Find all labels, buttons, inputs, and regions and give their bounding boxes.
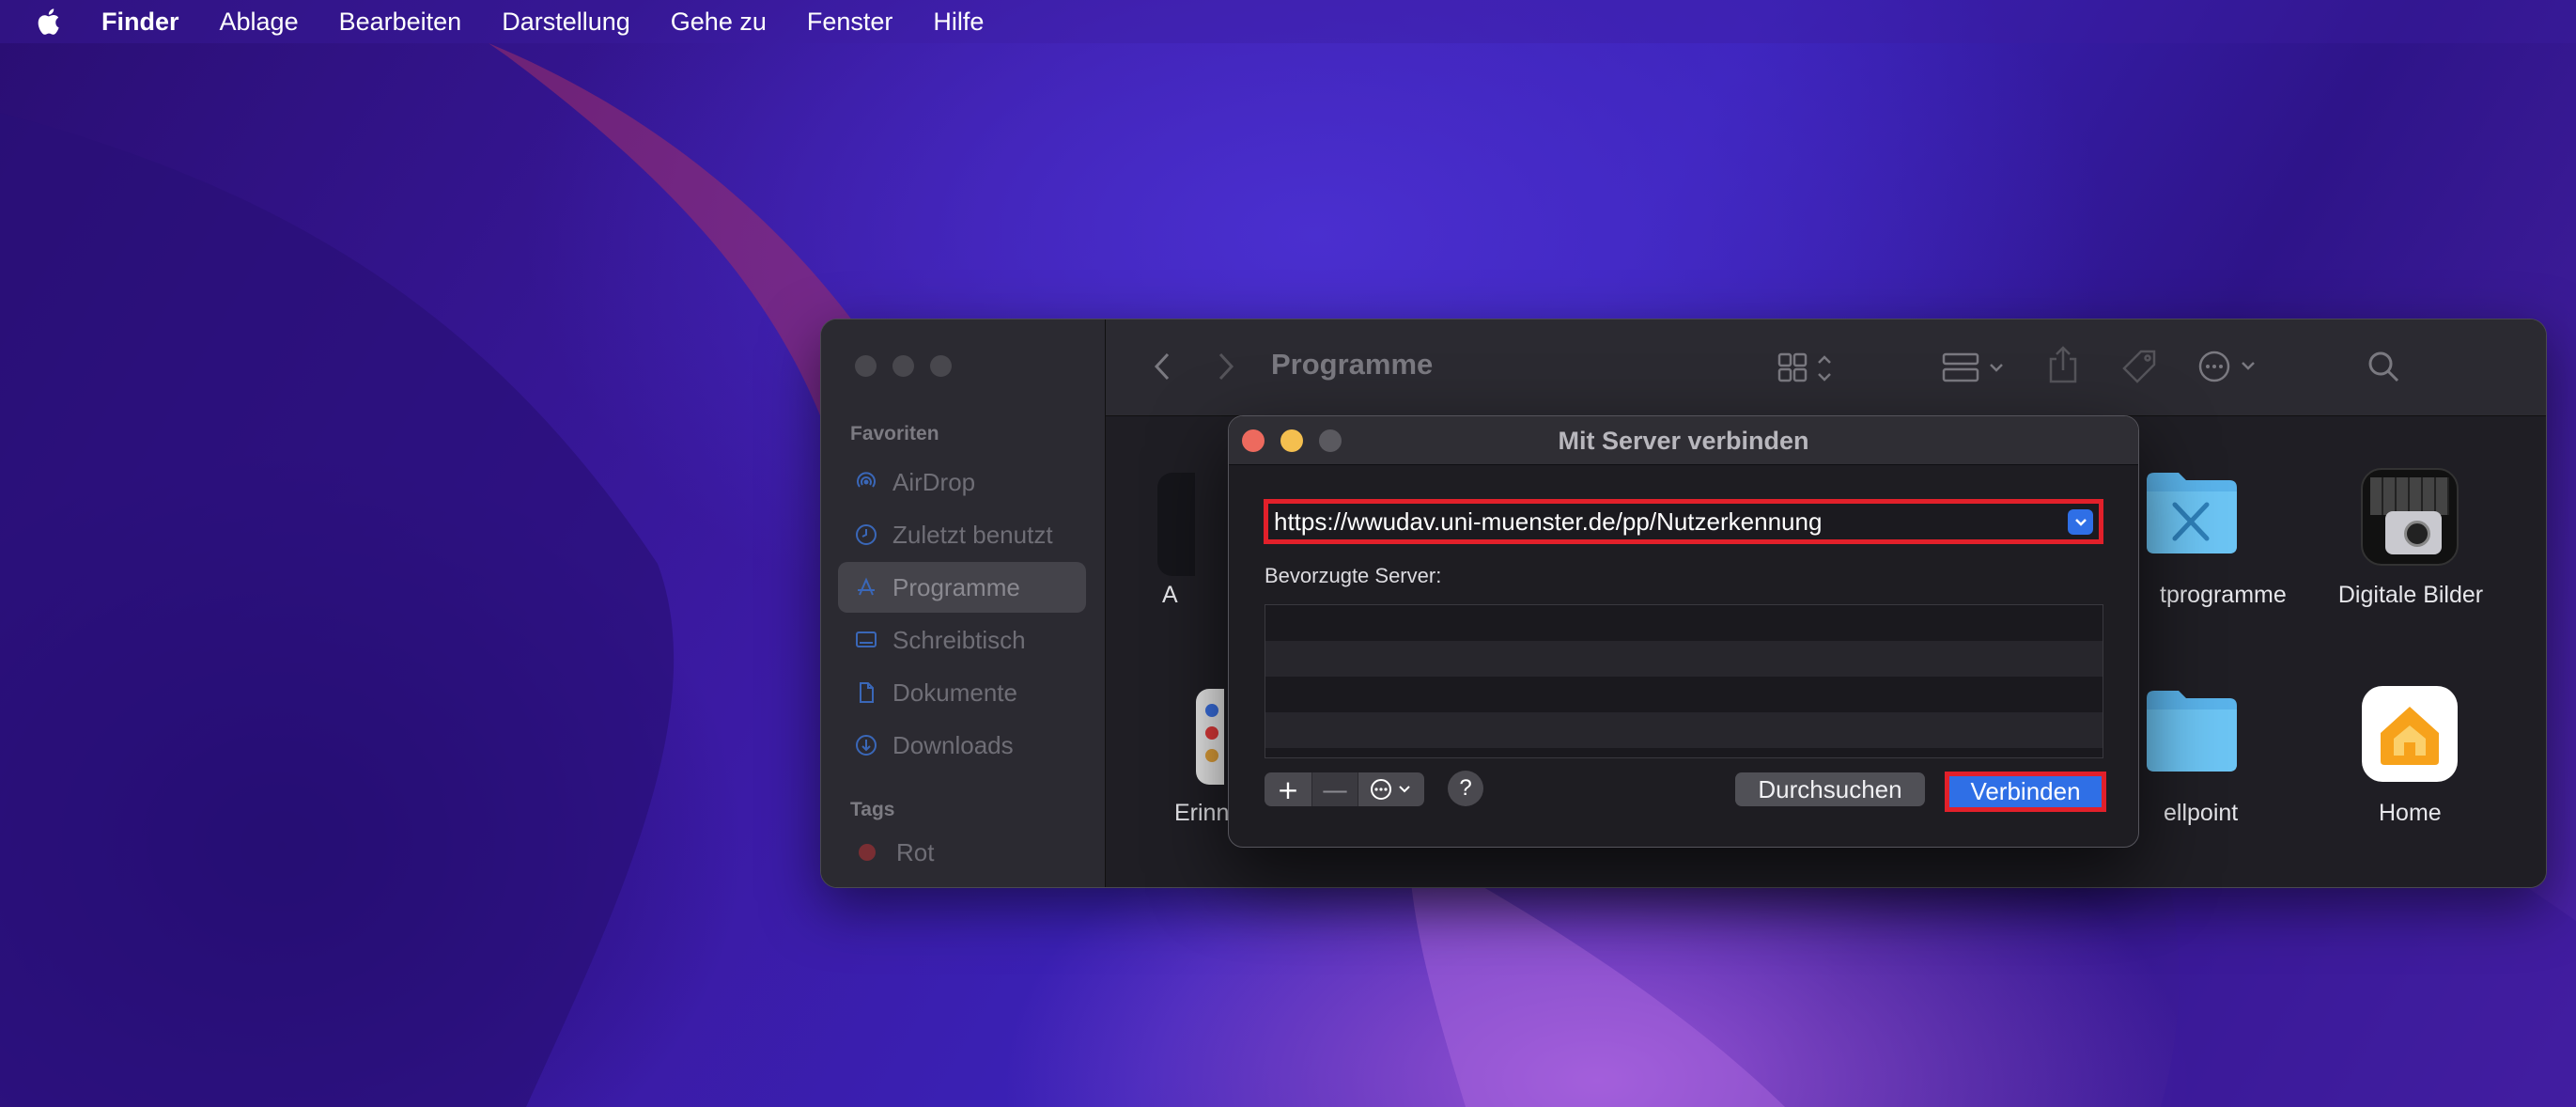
sidebar-item-downloads[interactable]: Downloads — [838, 720, 1086, 771]
utilities-folder-icon[interactable] — [2139, 463, 2242, 557]
add-server-button[interactable]: + — [1265, 772, 1311, 806]
desktop-icon — [853, 627, 879, 653]
tag-icon[interactable] — [2120, 348, 2158, 385]
window-controls — [855, 355, 952, 377]
menu-ablage[interactable]: Ablage — [220, 8, 299, 37]
more-actions-icon[interactable] — [2197, 348, 2263, 385]
sidebar-item-airdrop[interactable]: AirDrop — [838, 457, 1086, 507]
sidebar-item-label: AirDrop — [892, 467, 976, 496]
finder-sidebar: Favoriten AirDrop Zuletzt benutzt Progra… — [821, 320, 1106, 887]
window-title: Programme — [1271, 348, 1434, 381]
menu-bar: Finder Ablage Bearbeiten Darstellung Geh… — [0, 0, 2576, 43]
list-row — [1265, 677, 2103, 712]
document-icon — [853, 679, 879, 706]
airdrop-icon — [853, 469, 879, 495]
close-button[interactable] — [855, 355, 877, 377]
server-options-button[interactable] — [1358, 772, 1424, 806]
reminders-icon[interactable] — [1196, 689, 1224, 785]
sidebar-section-tags: Tags — [850, 799, 895, 820]
sidebar-tag-rot[interactable]: Rot — [838, 827, 1086, 878]
sidebar-item-label: Zuletzt benutzt — [892, 520, 1053, 549]
sidebar-item-label: Dokumente — [892, 678, 1017, 707]
menu-darstellung[interactable]: Darstellung — [502, 8, 630, 37]
preferred-servers-label: Bevorzugte Server: — [1265, 564, 1442, 587]
help-button[interactable]: ? — [1448, 771, 1483, 806]
sidebar-item-desktop[interactable]: Schreibtisch — [838, 615, 1086, 665]
home-app-icon[interactable] — [2362, 686, 2458, 782]
clock-icon — [853, 522, 879, 548]
app-label: ellpoint — [2164, 800, 2239, 826]
sidebar-item-label: Rot — [896, 837, 935, 866]
browse-button[interactable]: Durchsuchen — [1735, 772, 1925, 806]
sidebar-item-label: Programme — [892, 572, 1020, 601]
sidebar-item-label: Downloads — [892, 730, 1014, 759]
menu-gehe-zu[interactable]: Gehe zu — [671, 8, 767, 37]
sidebar-item-documents[interactable]: Dokumente — [838, 667, 1086, 718]
menu-finder[interactable]: Finder — [101, 8, 179, 37]
menu-hilfe[interactable]: Hilfe — [933, 8, 984, 37]
app-label: tprogramme — [2160, 582, 2287, 608]
back-chevron-icon[interactable] — [1153, 351, 1172, 382]
preferred-servers-list[interactable] — [1265, 604, 2103, 758]
tag-color-dot — [859, 844, 876, 861]
remove-server-button[interactable]: — — [1311, 772, 1358, 806]
sidebar-item-programme[interactable]: Programme — [838, 562, 1086, 613]
dialog-titlebar: Mit Server verbinden — [1229, 416, 2138, 465]
list-row — [1265, 712, 2103, 748]
app-icon-partial[interactable] — [1157, 473, 1195, 576]
folder-icon[interactable] — [2139, 681, 2242, 775]
list-row — [1265, 605, 2103, 641]
minimize-button[interactable] — [892, 355, 914, 377]
more-options-icon — [1371, 779, 1410, 800]
app-label: Digitale Bilder — [2337, 582, 2484, 608]
sidebar-item-label: Schreibtisch — [892, 625, 1026, 654]
dialog-title: Mit Server verbinden — [1558, 427, 1809, 455]
search-icon[interactable] — [2367, 350, 2400, 383]
connect-button-highlight: Verbinden — [1945, 772, 2106, 812]
share-icon[interactable] — [2047, 344, 2079, 385]
image-capture-icon[interactable] — [2361, 468, 2459, 566]
finder-toolbar: Programme — [1106, 320, 2546, 416]
connect-to-server-dialog: Mit Server verbinden Bevorzugte Server: … — [1228, 415, 2139, 848]
server-list-controls: + — — [1265, 772, 1424, 806]
house-icon — [2381, 707, 2439, 765]
app-label: Erinn — [1174, 800, 1230, 826]
menu-bearbeiten[interactable]: Bearbeiten — [339, 8, 462, 37]
server-address-input[interactable] — [1268, 504, 2057, 539]
forward-chevron-icon[interactable] — [1217, 351, 1235, 382]
list-row — [1265, 641, 2103, 677]
apple-logo-icon[interactable] — [34, 6, 66, 38]
apps-icon — [853, 574, 879, 600]
group-by-icon[interactable] — [1942, 351, 2011, 385]
app-label: A — [1162, 582, 1178, 608]
history-dropdown-button[interactable] — [2068, 509, 2093, 535]
menu-fenster[interactable]: Fenster — [807, 8, 893, 37]
zoom-button[interactable] — [930, 355, 952, 377]
sidebar-item-recent[interactable]: Zuletzt benutzt — [838, 509, 1086, 560]
server-address-field-highlight — [1264, 499, 2103, 544]
app-label: Home — [2379, 800, 2442, 826]
download-icon — [853, 732, 879, 758]
chevron-down-icon — [2074, 518, 2087, 526]
grid-view-icon[interactable] — [1777, 351, 1838, 385]
sidebar-section-favorites: Favoriten — [850, 423, 939, 444]
connect-button[interactable]: Verbinden — [1949, 776, 2102, 807]
